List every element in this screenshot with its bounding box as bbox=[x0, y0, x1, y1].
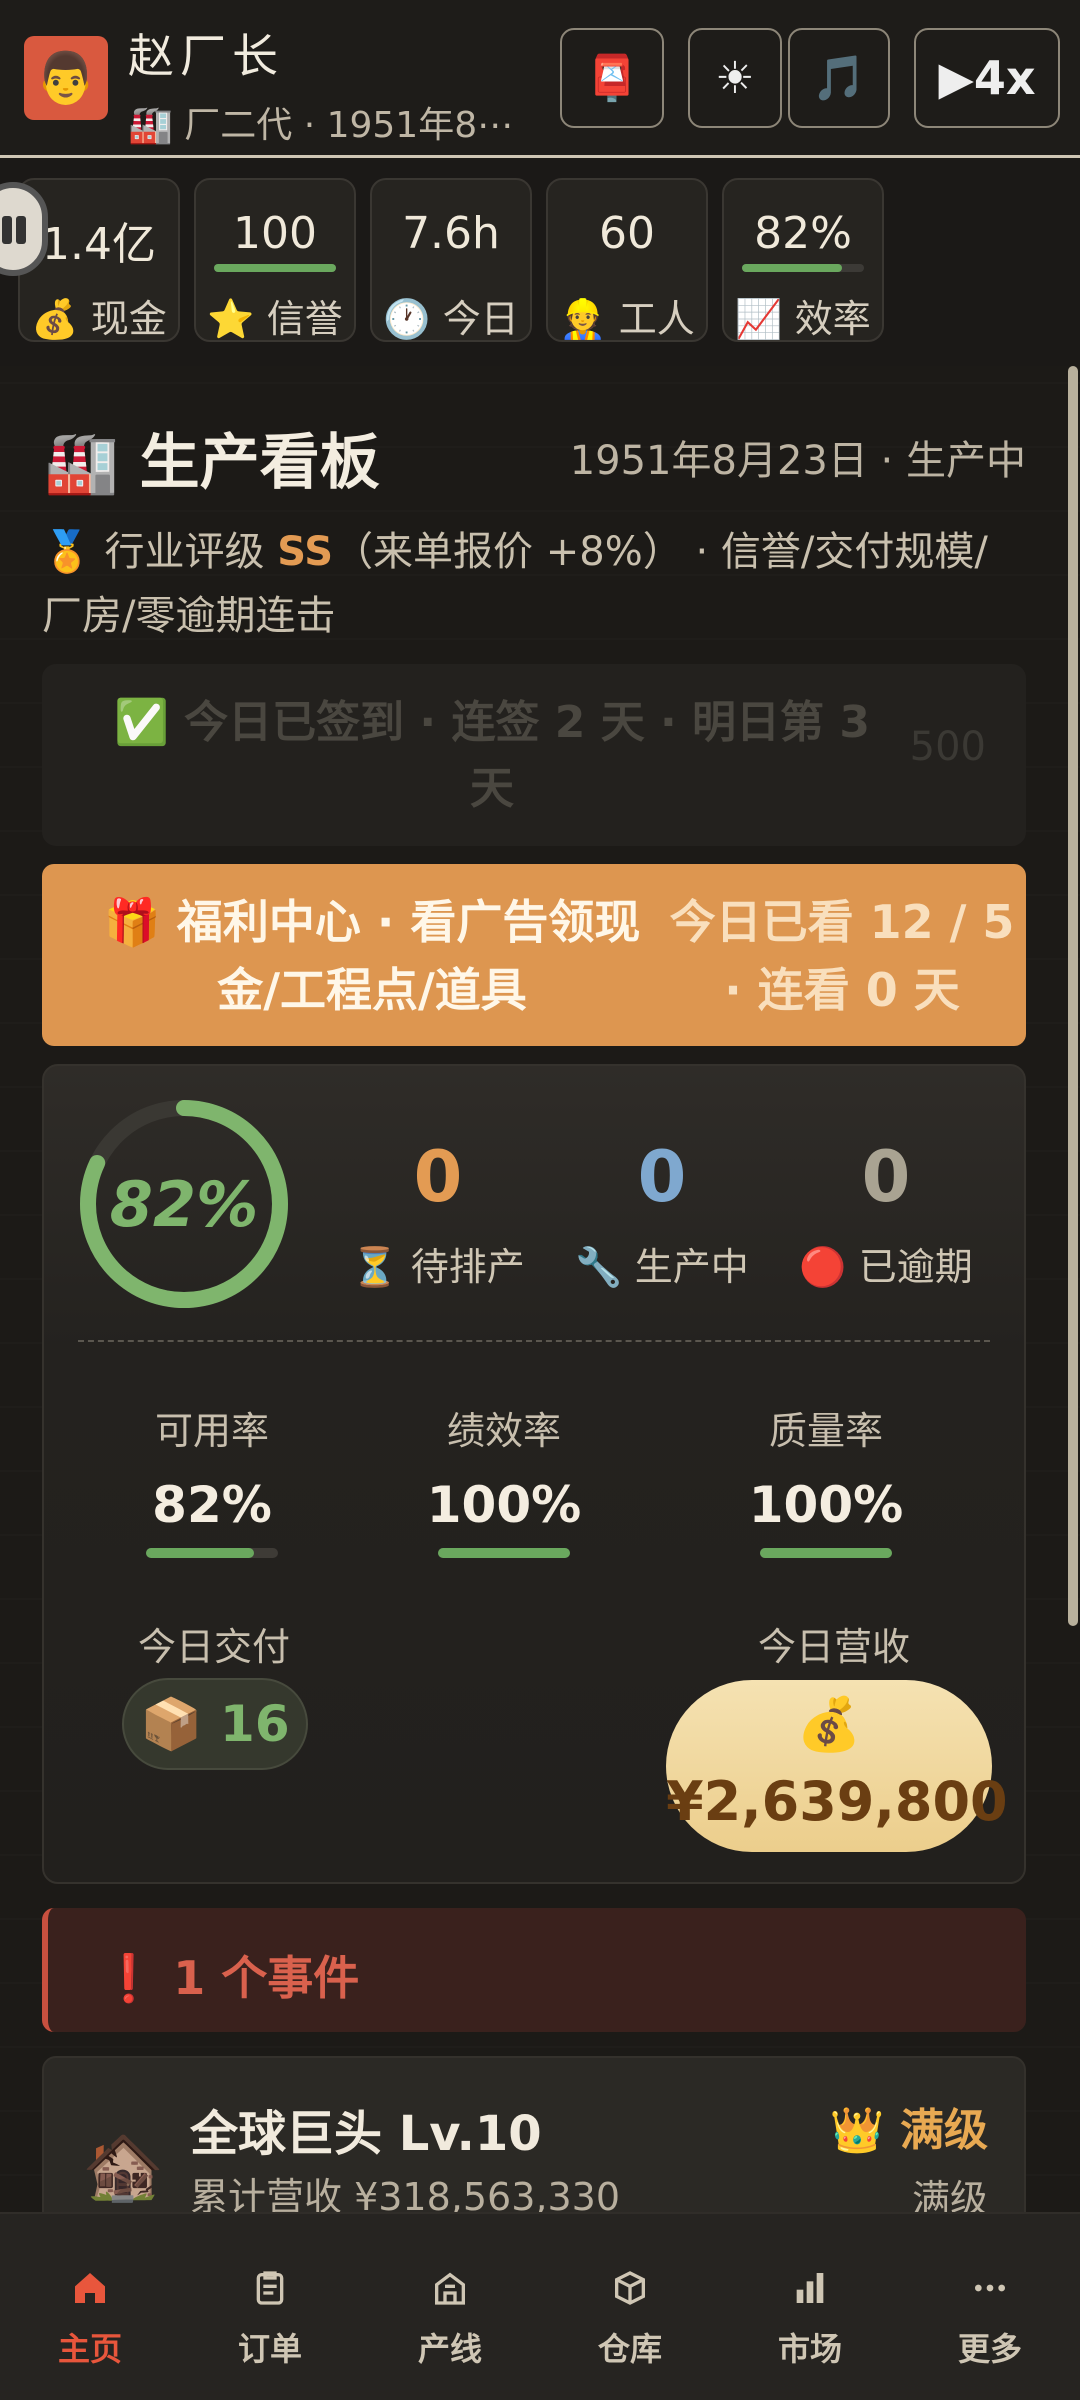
revenue-label: 今日营收 bbox=[757, 1625, 910, 1669]
page-title-text: 生产看板 bbox=[139, 428, 380, 498]
nav-lines-label: 产线 bbox=[417, 2330, 482, 2368]
bottom-nav: 主页 订单 产线 仓库 市场 更多 bbox=[0, 2212, 1080, 2400]
nav-warehouse-label: 仓库 bbox=[597, 2330, 662, 2368]
mailbox-icon: 📮 bbox=[584, 53, 640, 104]
divider bbox=[78, 1340, 990, 1342]
avatar[interactable]: 👨 bbox=[24, 36, 108, 120]
quality-bar-fill bbox=[760, 1548, 892, 1558]
efficiency-bar-fill bbox=[742, 264, 843, 272]
availability-value: 82% bbox=[152, 1476, 272, 1534]
app-root: 👨 赵厂长 🏭 厂二代 · 1951年8⋯ 📮 ☀ 🎵 ▶4x 1.4亿 💰 现… bbox=[0, 0, 1080, 2400]
checkin-card[interactable]: ✅ 今日已签到 · 连签 2 天 · 明日第 3 天 500 bbox=[42, 664, 1026, 846]
quality-bar bbox=[760, 1548, 892, 1558]
revenue-value: ¥2,639,800 bbox=[666, 1770, 1008, 1833]
producing-label: 🔧 生产中 bbox=[575, 1245, 749, 1289]
level-name: 全球巨头 Lv.10 bbox=[190, 2106, 542, 2162]
mail-button[interactable]: 📮 bbox=[560, 28, 664, 128]
nav-more[interactable]: 更多 bbox=[900, 2214, 1080, 2400]
revenue-badge[interactable]: 💰 ¥2,639,800 bbox=[666, 1680, 1008, 1852]
cash-label: 💰 现金 bbox=[31, 297, 167, 341]
home-icon bbox=[0, 2268, 180, 2312]
stat-efficiency[interactable]: 82% 📈 效率 bbox=[722, 178, 884, 342]
stat-today[interactable]: 7.6h 🕐 今日 bbox=[370, 178, 532, 342]
nav-more-label: 更多 bbox=[957, 2330, 1022, 2368]
page-title: 🏭 生产看板 bbox=[44, 414, 380, 501]
nav-market[interactable]: 市场 bbox=[720, 2214, 900, 2400]
event-text: ❗ 1 个事件 bbox=[100, 1951, 360, 2005]
music-icon: 🎵 bbox=[811, 53, 867, 104]
scrollbar[interactable] bbox=[1068, 366, 1078, 1626]
availability-bar-fill bbox=[146, 1548, 255, 1558]
player-subtitle: 🏭 厂二代 · 1951年8⋯ bbox=[128, 105, 514, 146]
pending-label: ⏳ 待排产 bbox=[351, 1245, 525, 1289]
bar-chart-icon bbox=[720, 2268, 900, 2312]
nav-home-label: 主页 bbox=[57, 2330, 122, 2368]
quality-label: 质量率 bbox=[768, 1409, 883, 1453]
stats-bar: 1.4亿 💰 现金 100 ⭐ 信誉 7.6h 🕐 今日 60 👷 工人 82%… bbox=[0, 160, 1080, 366]
checkin-text: ✅ 今日已签到 · 连签 2 天 · 明日第 3 天 bbox=[114, 697, 870, 814]
stat-credit[interactable]: 100 ⭐ 信誉 bbox=[194, 178, 356, 342]
today-value: 7.6h bbox=[402, 208, 500, 259]
top-header: 👨 赵厂长 🏭 厂二代 · 1951年8⋯ 📮 ☀ 🎵 ▶4x bbox=[0, 0, 1080, 158]
industry-rating: 🏅 行业评级 SS（来单报价 +8%） · 信誉/交付规模/厂房/零逾期连击 bbox=[42, 520, 1022, 648]
player-name: 赵厂长 bbox=[128, 29, 284, 83]
efficiency-value: 82% bbox=[754, 208, 852, 259]
producing-count: 0 bbox=[637, 1136, 687, 1218]
welfare-ad-count: 今日已看 12 / 5 · 连看 0 天 bbox=[669, 895, 1015, 1017]
sun-icon: ☀ bbox=[715, 52, 755, 104]
rating-prefix: 🏅 行业评级 bbox=[42, 529, 278, 575]
box-icon bbox=[540, 2268, 720, 2312]
performance-value: 100% bbox=[426, 1476, 582, 1534]
credit-bar bbox=[214, 264, 336, 272]
floating-assist-button[interactable] bbox=[0, 182, 48, 276]
welfare-title: 🎁 福利中心 · 看广告领现金/工程点/道具 bbox=[103, 895, 641, 1017]
factory-icon bbox=[360, 2268, 540, 2312]
factory-icon: 🏭 bbox=[44, 428, 119, 498]
nav-warehouse[interactable]: 仓库 bbox=[540, 2214, 720, 2400]
welfare-center-banner[interactable]: 🎁 福利中心 · 看广告领现金/工程点/道具 今日已看 12 / 5 · 连看 … bbox=[42, 864, 1026, 1046]
efficiency-label: 📈 效率 bbox=[735, 297, 871, 341]
overdue-count: 0 bbox=[861, 1136, 911, 1218]
delivery-badge: 📦 16 bbox=[122, 1678, 308, 1770]
workers-label: 👷 工人 bbox=[559, 297, 695, 341]
performance-bar-fill bbox=[438, 1548, 570, 1558]
delivery-label: 今日交付 bbox=[137, 1625, 290, 1669]
speed-button[interactable]: ▶4x bbox=[914, 28, 1060, 128]
stat-workers[interactable]: 60 👷 工人 bbox=[546, 178, 708, 342]
credit-bar-fill bbox=[214, 264, 336, 272]
today-label: 🕐 今日 bbox=[383, 297, 519, 341]
theme-button[interactable]: ☀ bbox=[688, 28, 782, 128]
performance-bar bbox=[438, 1548, 570, 1558]
overdue-label: 🔴 已逾期 bbox=[799, 1245, 973, 1289]
event-alert[interactable]: ❗ 1 个事件 bbox=[42, 1908, 1026, 2032]
music-button[interactable]: 🎵 bbox=[788, 28, 890, 128]
date-status: 1951年8月23日 · 生产中 bbox=[569, 438, 1026, 484]
clipboard-icon bbox=[180, 2268, 360, 2312]
nav-orders-label: 订单 bbox=[237, 2330, 302, 2368]
pending-count: 0 bbox=[413, 1136, 463, 1218]
credit-value: 100 bbox=[233, 208, 317, 259]
max-level-badge: 👑 满级 bbox=[829, 2105, 988, 2156]
money-bag-icon: 💰 bbox=[796, 1695, 862, 1755]
production-card: 82% 0 ⏳ 待排产 0 🔧 生产中 0 🔴 已逾期 可用率 82% 绩效率 … bbox=[42, 1064, 1026, 1884]
performance-label: 绩效率 bbox=[446, 1409, 561, 1453]
house-icon: 🏚️ bbox=[82, 2128, 165, 2205]
availability-label: 可用率 bbox=[154, 1409, 269, 1453]
workers-value: 60 bbox=[599, 208, 655, 259]
efficiency-bar bbox=[742, 264, 864, 272]
checkin-reward: 500 bbox=[909, 724, 986, 770]
nav-home[interactable]: 主页 bbox=[0, 2214, 180, 2400]
nav-orders[interactable]: 订单 bbox=[180, 2214, 360, 2400]
availability-bar bbox=[146, 1548, 278, 1558]
more-icon bbox=[900, 2268, 1080, 2312]
efficiency-ring-value: 82% bbox=[109, 1167, 259, 1241]
nav-lines[interactable]: 产线 bbox=[360, 2214, 540, 2400]
rating-grade: SS bbox=[277, 529, 334, 575]
credit-label: ⭐ 信誉 bbox=[207, 297, 343, 341]
quality-value: 100% bbox=[748, 1476, 904, 1534]
nav-market-label: 市场 bbox=[777, 2330, 842, 2368]
